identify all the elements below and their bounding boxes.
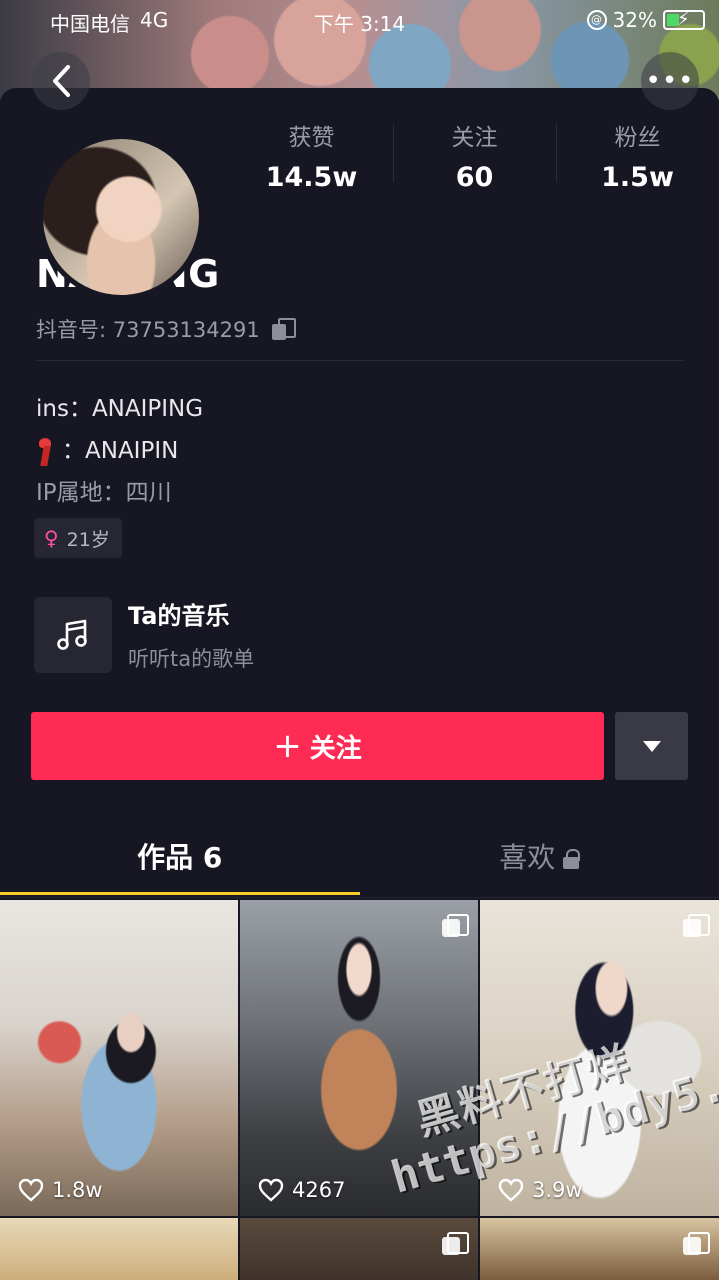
back-icon [53,65,70,97]
music-note-icon [57,619,87,650]
profile-bio: ins：ANAIPING ：ANAIPIN IP属地：四川 [36,388,203,514]
lock-icon [563,849,581,869]
like-count: 1.8w [18,1178,103,1202]
stat-likes[interactable]: 获赞 14.5w [230,118,393,193]
stat-value: 14.5w [265,162,358,193]
like-count: 4267 [258,1178,345,1202]
bio-line-xhs: ：ANAIPIN [36,430,203,472]
battery-percent: 32% [612,8,657,32]
multi-image-icon [683,1232,710,1256]
works-grid: 1.8w 4267 3.9w [0,900,719,1280]
more-button[interactable]: ••• [641,52,699,110]
ip-location: IP属地：四川 [36,480,172,506]
music-title: Ta的音乐 [128,602,230,630]
dropdown-icon [642,740,661,752]
work-item[interactable] [0,1218,238,1280]
stat-label: 关注 [451,125,498,151]
like-count-text: 3.9w [532,1178,583,1202]
tab-works[interactable]: 作品 6 [0,828,360,897]
multi-image-icon [683,914,710,938]
bio-line-xhs-text: ：ANAIPIN [62,438,179,464]
avatar[interactable] [38,134,204,300]
multi-image-icon [442,914,469,938]
stat-value: 60 [455,162,494,193]
tab-likes[interactable]: 喜欢 [360,828,719,897]
stat-value: 1.5w [601,162,674,193]
bio-line-ins: ins：ANAIPING [36,396,204,422]
stat-following[interactable]: 关注 60 [393,118,556,193]
like-count: 3.9w [498,1178,583,1202]
stat-label: 获赞 [288,125,335,151]
follow-label: 关注 [309,733,362,764]
scarf-icon [36,436,56,466]
more-icon: ••• [645,66,695,96]
profile-sheet: 获赞 14.5w 关注 60 粉丝 1.5w NAIPING 抖音号: 7375… [0,88,719,1280]
tab-likes-label: 喜欢 [499,841,556,874]
battery-icon: ⚡ [663,9,705,30]
heart-icon [18,1178,44,1202]
stat-label: 粉丝 [614,125,661,151]
multi-image-icon [442,1232,469,1256]
heart-icon [498,1178,524,1202]
age-text: 21岁 [66,528,110,551]
work-item[interactable]: 4267 [240,900,478,1216]
back-button[interactable] [32,52,90,110]
stat-followers[interactable]: 粉丝 1.5w [556,118,719,193]
recommend-dropdown-button[interactable] [615,712,688,780]
music-entry[interactable]: Ta的音乐 听听ta的歌单 [34,596,254,673]
music-icon-box [34,596,112,673]
work-item[interactable] [240,1218,478,1280]
follow-button[interactable]: + 关注 [31,712,604,780]
divider [36,360,683,361]
douyin-id: 抖音号: 73753134291 [36,314,296,344]
douyin-id-text: 抖音号: 73753134291 [36,318,260,342]
music-subtitle: 听听ta的歌单 [128,647,255,671]
profile-stats: 获赞 14.5w 关注 60 粉丝 1.5w [230,118,719,193]
heart-icon [258,1178,284,1202]
female-icon: ♀ [44,526,59,550]
work-item[interactable]: 1.8w [0,900,238,1216]
orientation-lock-icon: @ [586,10,607,30]
age-tag: ♀ 21岁 [34,518,122,558]
work-item[interactable] [480,1218,719,1280]
plus-icon: + [273,726,302,766]
like-count-text: 4267 [292,1178,346,1202]
copy-icon[interactable] [271,318,296,340]
content-tabs: 作品 6 喜欢 [0,828,719,898]
like-count-text: 1.8w [52,1178,103,1202]
tab-works-label: 作品 6 [137,841,223,874]
work-item[interactable]: 3.9w [480,900,719,1216]
status-bar: 中国电信 4G 下午 3:14 @ 32% ⚡ [0,0,719,40]
